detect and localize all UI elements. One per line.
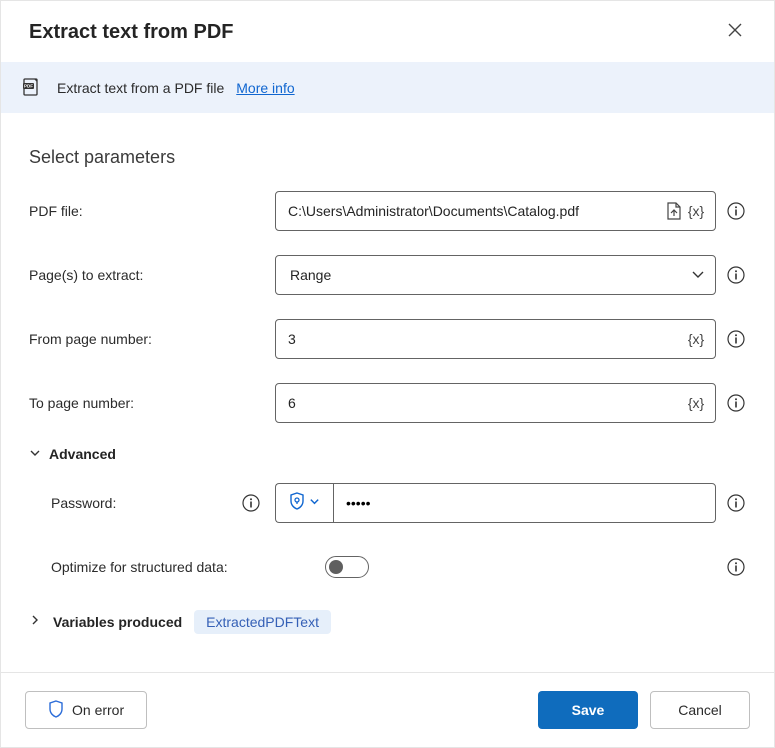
variable-pill[interactable]: ExtractedPDFText [194,610,331,634]
pages-to-extract-select[interactable]: Range [275,255,716,295]
shield-icon [289,492,305,515]
save-button[interactable]: Save [538,691,638,729]
pdf-file-label: PDF file: [29,203,275,219]
info-banner: PDF Extract text from a PDF file More in… [1,62,774,113]
dialog-title: Extract text from PDF [29,21,234,44]
pdf-file-input[interactable]: C:\Users\Administrator\Documents\Catalog… [275,191,716,231]
to-page-value: 6 [288,395,685,411]
banner-text: Extract text from a PDF file [57,80,224,96]
info-icon[interactable] [241,493,261,513]
from-page-value: 3 [288,331,685,347]
on-error-label: On error [72,702,124,718]
variables-produced-toggle[interactable]: Variables produced ExtractedPDFText [29,610,746,634]
info-icon[interactable] [726,493,746,513]
pages-to-extract-label: Page(s) to extract: [29,267,275,283]
variable-token-button[interactable]: {x} [685,328,707,350]
advanced-label: Advanced [49,446,116,462]
advanced-toggle[interactable]: Advanced [29,446,746,462]
info-icon[interactable] [726,393,746,413]
optimize-label: Optimize for structured data: [29,559,325,575]
info-icon[interactable] [726,557,746,577]
on-error-button[interactable]: On error [25,691,147,729]
file-picker-icon[interactable] [663,200,685,222]
svg-text:PDF: PDF [24,84,33,89]
variables-produced-label: Variables produced [53,614,182,630]
cancel-button[interactable]: Cancel [650,691,750,729]
info-icon[interactable] [726,265,746,285]
optimize-toggle[interactable] [325,556,369,578]
chevron-down-icon [691,267,705,284]
variable-token-button[interactable]: {x} [685,392,707,414]
password-label: Password: [51,495,116,511]
toggle-knob [329,560,343,574]
to-page-label: To page number: [29,395,275,411]
more-info-link[interactable]: More info [236,80,294,96]
variable-token-button[interactable]: {x} [685,200,707,222]
chevron-right-icon [29,613,41,631]
section-title: Select parameters [29,147,746,168]
password-input[interactable] [333,483,716,523]
chevron-down-icon [309,494,320,512]
info-icon[interactable] [726,329,746,349]
from-page-label: From page number: [29,331,275,347]
close-button[interactable] [724,19,746,46]
to-page-input[interactable]: 6 {x} [275,383,716,423]
pdf-icon: PDF [23,76,45,99]
from-page-input[interactable]: 3 {x} [275,319,716,359]
password-mode-dropdown[interactable] [275,483,333,523]
info-icon[interactable] [726,201,746,221]
pdf-file-value: C:\Users\Administrator\Documents\Catalog… [288,203,663,219]
chevron-down-icon [29,446,41,462]
shield-outline-icon [48,700,64,721]
close-icon [728,23,742,37]
pages-to-extract-value: Range [290,267,331,283]
